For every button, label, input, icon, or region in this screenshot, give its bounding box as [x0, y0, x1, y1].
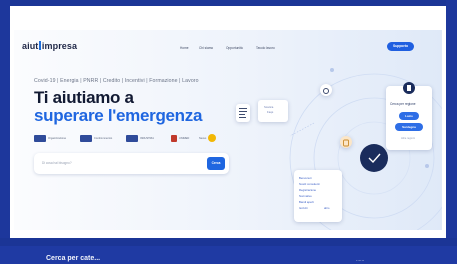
search-input[interactable]: Di cosa hai bisogno? [42, 161, 72, 165]
region-card: Cerca per regione Lazio Sardegna Altre r… [386, 82, 432, 150]
partner-logo: Nexus [199, 132, 217, 144]
menu-item[interactable]: Iscriviti [299, 206, 308, 211]
document-lines-icon [239, 108, 247, 118]
partner-name: UNIMED [179, 136, 190, 140]
partner-name: Organizzazione [48, 136, 67, 140]
logo-bar-icon [39, 41, 41, 50]
shield-icon [340, 136, 352, 148]
partner-logos: Organizzazione Confcommercio INDUSTRIA U… [34, 132, 220, 144]
frame-bottom [0, 238, 457, 246]
support-button[interactable]: Supporto [387, 42, 414, 51]
nav-item-chi-siamo[interactable]: Chi siamo [199, 46, 213, 50]
nav-item-tavolo[interactable]: Tavolo lavoro [256, 46, 275, 50]
website-page: aiut impresa Home Chi siamo Opportunità T… [14, 30, 442, 230]
region-more-link[interactable]: Altre regioni [401, 136, 415, 141]
document-icon [236, 104, 250, 122]
region-button-lazio[interactable]: Lazio [399, 112, 419, 120]
partner-name: Confcommercio [94, 136, 113, 140]
menu-item[interactable]: Nostri consulenti [299, 182, 320, 187]
menu-item[interactable]: Benvenuti [299, 176, 311, 181]
partner-mark-icon [80, 134, 92, 142]
section-heading-partial: Cerca per cate... [46, 255, 101, 262]
partner-mark-icon [34, 134, 46, 142]
menu-card: Benvenuti Nostri consulenti Registrazion… [294, 170, 342, 222]
partner-name: INDUSTRIA [140, 136, 154, 140]
partner-mark-icon [171, 134, 177, 142]
partner-mark-icon [126, 134, 138, 142]
nav-item-opportunita[interactable]: Opportunità [226, 46, 243, 50]
faq-card-line2: Faqs [267, 110, 274, 114]
section-link-partial: ...... [356, 257, 365, 263]
partner-mark-icon [208, 134, 217, 142]
hero-illustration: Scarica Faqs Cerca per regione Lazio Sar… [232, 66, 442, 230]
menu-item[interactable]: Bandi aperti [299, 200, 314, 205]
menu-item-extra[interactable]: altro [324, 206, 329, 211]
hero-tagline: Covid-19 | Energia | PNRR | Credito | In… [34, 78, 199, 84]
partner-logo: INDUSTRIA [126, 132, 154, 144]
partner-name: Nexus [199, 136, 207, 140]
search-bar[interactable]: Di cosa hai bisogno? Cerca [34, 153, 229, 174]
region-card-title: Cerca per regione [390, 102, 416, 106]
search-button[interactable]: Cerca [207, 157, 225, 170]
partner-logo: UNIMED [171, 132, 189, 144]
nav-item-home[interactable]: Home [180, 46, 189, 50]
info-circle-icon [320, 84, 332, 96]
partner-logo: Organizzazione [34, 132, 66, 144]
hero-title-line1: Ti aiutiamo a [34, 88, 134, 107]
frame-right [446, 0, 457, 246]
frame-left [0, 0, 10, 246]
menu-item[interactable]: Registrazione [299, 188, 316, 193]
region-button-sardegna[interactable]: Sardegna [395, 123, 423, 131]
menu-item[interactable]: Normative [299, 194, 312, 199]
logo-text-left: aiut [22, 41, 39, 51]
partner-logo: Confcommercio [80, 132, 112, 144]
logo-text-right: impresa [41, 41, 78, 51]
pin-icon [403, 82, 415, 94]
site-logo[interactable]: aiut impresa [22, 41, 77, 51]
hero-title-line2: superare l'emergenza [34, 106, 203, 125]
faq-card[interactable]: Scarica Faqs [258, 100, 288, 122]
